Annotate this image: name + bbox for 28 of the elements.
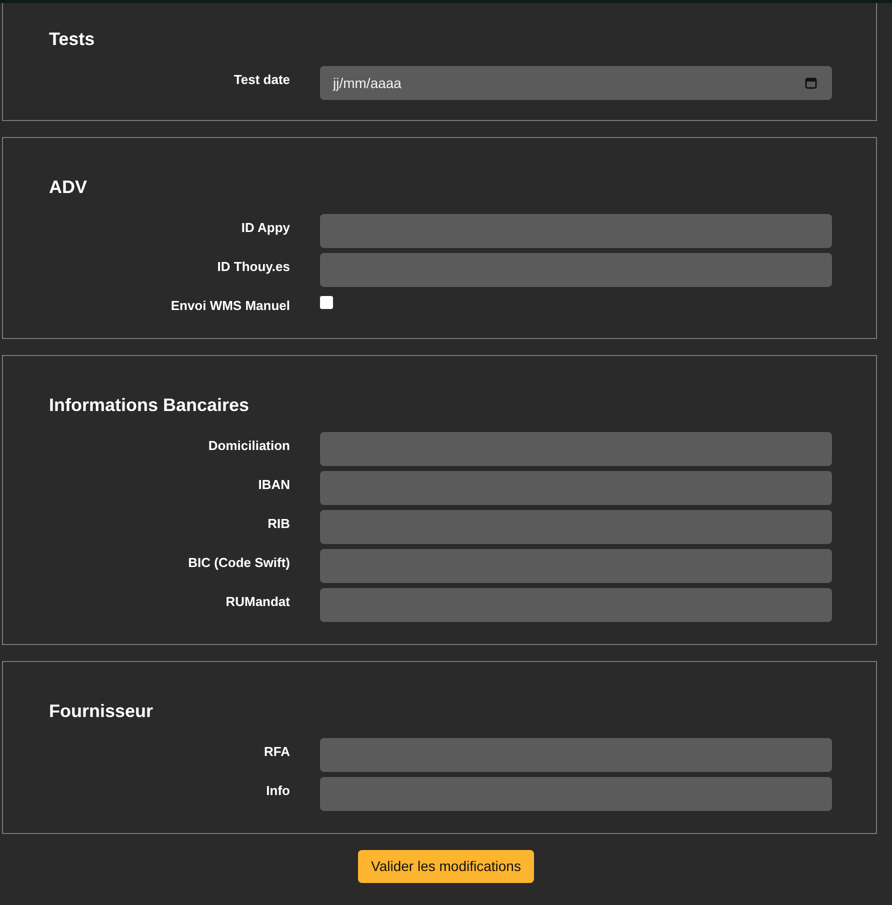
date-field[interactable]: jj/mm/aaaa <box>320 66 832 100</box>
text-field[interactable] <box>320 548 832 582</box>
text-field[interactable] <box>320 253 832 287</box>
text-field[interactable] <box>320 470 832 504</box>
section-title: Informations Bancaires <box>49 394 250 414</box>
section-title: ADV <box>49 177 88 197</box>
text-field[interactable] <box>320 588 832 622</box>
submit-button[interactable]: Valider les modifications <box>358 850 534 882</box>
field-label: RFA <box>264 742 290 760</box>
field-label: RUMandat <box>226 592 290 610</box>
text-field[interactable] <box>320 432 832 466</box>
field-label: Info <box>266 782 290 800</box>
field-label: RIB <box>268 514 290 532</box>
calendar-icon[interactable] <box>805 77 817 89</box>
text-field[interactable] <box>320 214 832 248</box>
field-label: Envoi WMS Manuel <box>170 297 290 315</box>
section-title: Tests <box>49 29 95 49</box>
field-label: ID Appy <box>241 219 290 237</box>
field-label: ID Thouy.es <box>217 258 290 276</box>
field-label: BIC (Code Swift) <box>188 554 290 572</box>
text-field[interactable] <box>320 510 832 544</box>
section-title: Fournisseur <box>49 700 154 720</box>
field-label: Test date <box>234 71 290 89</box>
checkbox[interactable] <box>320 296 333 308</box>
text-field[interactable] <box>320 776 832 810</box>
field-label: Domiciliation <box>208 436 290 454</box>
text-field[interactable] <box>320 738 832 772</box>
field-label: IBAN <box>258 476 290 494</box>
